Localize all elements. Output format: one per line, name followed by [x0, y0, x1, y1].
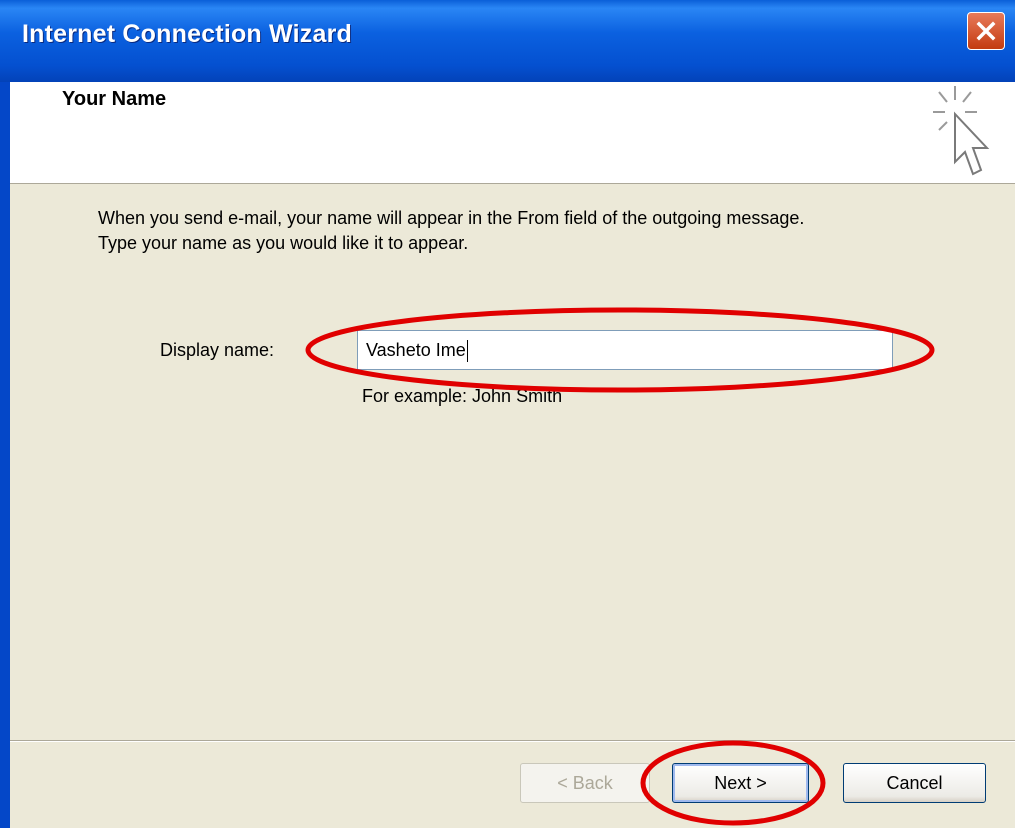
window-frame-left	[0, 0, 10, 828]
footer-divider	[10, 740, 1015, 742]
window-title: Internet Connection Wizard	[22, 20, 352, 48]
instruction-text: When you send e-mail, your name will app…	[98, 208, 805, 253]
example-hint: For example: John Smith	[362, 386, 563, 406]
display-name-label: Display name:	[160, 340, 275, 360]
page-title: Your Name	[62, 88, 167, 110]
wizard-cursor-icon	[933, 86, 990, 176]
display-name-value: Vasheto Ime	[366, 340, 466, 360]
close-button[interactable]	[967, 12, 1005, 50]
display-name-field[interactable]: Vasheto Ime	[357, 330, 893, 370]
close-icon	[976, 21, 996, 41]
title-bar[interactable]: Internet Connection Wizard	[0, 0, 1015, 82]
wizard-window: Internet Connection Wizard Your Name Whe…	[0, 0, 1015, 828]
next-button[interactable]: Next >	[672, 763, 809, 803]
back-button[interactable]: < Back	[520, 763, 650, 803]
wizard-header: Your Name	[10, 82, 1015, 184]
text-caret	[466, 340, 468, 363]
cancel-button[interactable]: Cancel	[843, 763, 986, 803]
